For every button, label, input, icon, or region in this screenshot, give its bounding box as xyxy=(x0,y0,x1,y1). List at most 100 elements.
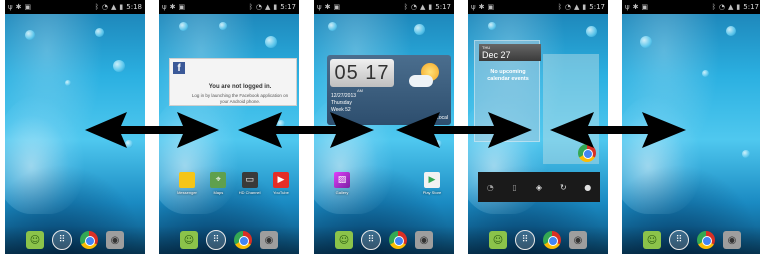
debug-icon: ✱ xyxy=(15,3,22,11)
image-icon: ▣ xyxy=(333,3,341,11)
clock-weekday: Thursday xyxy=(331,100,352,106)
status-time: 5:17 xyxy=(435,3,451,11)
tv-icon: ▭ xyxy=(241,172,258,188)
debug-icon: ✱ xyxy=(478,3,485,11)
youtube-icon: ▶ xyxy=(272,172,289,188)
camera-icon[interactable]: ◉ xyxy=(106,231,124,249)
status-bar: ψ ✱ ▣ ᛒ ◔ ▲ ▮ 5:17 xyxy=(314,0,454,14)
battery-icon: ▮ xyxy=(428,3,433,11)
messaging-icon[interactable]: ☺ xyxy=(26,231,44,249)
bluetooth-icon: ᛒ xyxy=(403,3,408,11)
water-drop xyxy=(586,26,597,37)
calendar-date: Dec 27 xyxy=(482,50,511,60)
signal-icon: ▲ xyxy=(111,3,117,11)
camera-icon[interactable]: ◉ xyxy=(415,231,433,249)
wifi-icon: ◔ xyxy=(718,3,726,11)
sync-toggle-icon[interactable]: ↻ xyxy=(556,180,570,194)
app-messenger[interactable]: Messenger xyxy=(173,172,201,195)
messaging-icon[interactable]: ☺ xyxy=(643,231,661,249)
usb-icon: ψ xyxy=(317,3,322,11)
status-time: 5:17 xyxy=(589,3,605,11)
water-drop xyxy=(726,26,736,36)
camera-icon[interactable]: ◉ xyxy=(569,231,587,249)
bluetooth-icon: ᛒ xyxy=(94,3,99,11)
gps-toggle-icon[interactable]: ◈ xyxy=(532,180,546,194)
apps-icon[interactable]: ⠿ xyxy=(361,230,381,250)
water-splash xyxy=(5,94,85,214)
app-label: Maps xyxy=(213,190,224,195)
debug-icon: ✱ xyxy=(324,3,331,11)
water-drop xyxy=(640,36,652,48)
wifi-icon: ◔ xyxy=(410,3,418,11)
dock: ☺ ⠿ ◉ xyxy=(622,226,760,254)
water-drop xyxy=(488,22,496,30)
chrome-icon[interactable] xyxy=(389,231,407,249)
messaging-icon[interactable]: ☺ xyxy=(180,231,198,249)
image-icon: ▣ xyxy=(178,3,186,11)
facebook-logo-icon: f xyxy=(173,62,185,74)
clock-ampm: AM xyxy=(357,88,363,93)
wifi-icon: ◔ xyxy=(564,3,572,11)
chrome-icon[interactable] xyxy=(697,231,715,249)
power-control-widget: ◔ ▯ ◈ ↻ ● xyxy=(478,172,600,202)
apps-icon[interactable]: ⠿ xyxy=(515,230,535,250)
chrome-icon[interactable] xyxy=(80,231,98,249)
camera-icon[interactable]: ◉ xyxy=(260,231,278,249)
brightness-toggle-icon[interactable]: ● xyxy=(581,180,595,194)
dock: ☺ ⠿ ◉ xyxy=(159,226,299,254)
swipe-arrow-icon xyxy=(550,112,686,148)
signal-icon: ▲ xyxy=(265,3,271,11)
apps-icon[interactable]: ⠿ xyxy=(206,230,226,250)
camera-icon[interactable]: ◉ xyxy=(723,231,741,249)
image-icon: ▣ xyxy=(487,3,495,11)
dock: ☺ ⠿ ◉ xyxy=(5,226,145,254)
facebook-widget[interactable]: f You are not logged in. Log in by launc… xyxy=(169,58,297,106)
status-time: 5:18 xyxy=(126,3,142,11)
weather-icon xyxy=(409,61,443,87)
facebook-widget-title: You are not logged in. xyxy=(208,84,272,90)
apps-icon[interactable]: ⠿ xyxy=(669,230,689,250)
messaging-icon[interactable]: ☺ xyxy=(489,231,507,249)
app-youtube[interactable]: ▶ YouTube xyxy=(267,172,295,195)
swipe-arrow-icon xyxy=(238,112,374,148)
battery-icon: ▮ xyxy=(736,3,741,11)
battery-icon: ▮ xyxy=(582,3,587,11)
app-maps[interactable]: ⌖ Maps xyxy=(204,172,232,195)
water-drop xyxy=(265,36,277,48)
bluetooth-icon: ᛒ xyxy=(557,3,562,11)
status-bar: ψ ✱ ▣ ᛒ ◔ ▲ ▮ 5:17 xyxy=(468,0,608,14)
water-drop xyxy=(95,28,104,37)
facebook-widget-body: Log in by launching the Facebook applica… xyxy=(191,93,289,104)
app-hd-channel[interactable]: ▭ HD Channel xyxy=(236,172,264,195)
wifi-toggle-icon[interactable]: ◔ xyxy=(483,180,497,194)
apps-icon[interactable]: ⠿ xyxy=(52,230,72,250)
app-label: Play Store xyxy=(422,190,442,195)
usb-icon: ψ xyxy=(471,3,476,11)
swipe-arrow-icon xyxy=(396,112,532,148)
water-drop xyxy=(219,22,227,30)
water-drop xyxy=(65,80,71,86)
water-drop xyxy=(742,150,750,158)
app-gallery[interactable]: ▨ Gallery xyxy=(328,172,356,195)
swipe-arrow-icon xyxy=(85,112,219,148)
signal-icon: ▲ xyxy=(728,3,734,11)
app-label: Messenger xyxy=(177,190,197,195)
play-store-icon: ▶ xyxy=(424,172,440,188)
status-bar: ψ ✱ ▣ ᛒ ◔ ▲ ▮ 5:17 xyxy=(159,0,299,14)
chrome-icon[interactable] xyxy=(234,231,252,249)
battery-icon: ▮ xyxy=(119,3,124,11)
app-label: Gallery xyxy=(335,190,349,195)
app-grid: Messenger ⌖ Maps ▭ HD Channel ▶ YouTube xyxy=(173,172,295,195)
water-drop xyxy=(179,22,188,31)
bluetooth-icon: ᛒ xyxy=(248,3,253,11)
chrome-icon[interactable] xyxy=(543,231,561,249)
usb-icon: ψ xyxy=(162,3,167,11)
image-icon: ▣ xyxy=(641,3,649,11)
app-play-store[interactable]: ▶ Play Store xyxy=(418,172,446,195)
messaging-icon[interactable]: ☺ xyxy=(335,231,353,249)
gallery-icon: ▨ xyxy=(334,172,350,188)
app-label: YouTube xyxy=(273,190,289,195)
bluetooth-toggle-icon[interactable]: ▯ xyxy=(508,180,522,194)
calendar-header: THU Dec 27 xyxy=(479,44,541,61)
water-drop xyxy=(328,22,337,31)
